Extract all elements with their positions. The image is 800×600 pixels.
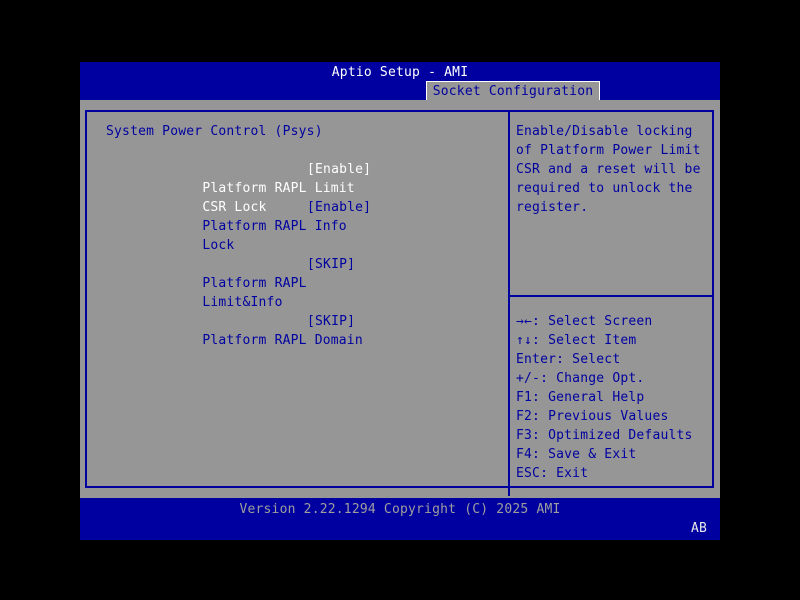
version-text: Version 2.22.1294 Copyright (C) 2025 AMI: [239, 502, 561, 517]
help-text-line: required to unlock the: [516, 181, 693, 196]
help-text-line: Enable/Disable locking: [516, 124, 693, 139]
options-panel: System Power Control (Psys) Platform RAP…: [87, 112, 510, 496]
tab-socket-configuration[interactable]: Socket Configuration: [426, 81, 600, 100]
hotkey-f4-save-exit: F4: Save & Exit: [516, 447, 637, 462]
hotkey-enter-select: Enter: Select: [516, 352, 621, 367]
menu-item-platform-rapl-info-lock[interactable]: Platform RAPL Info [Enable] Lock: [87, 198, 508, 253]
help-text-line: register.: [516, 200, 589, 215]
hotkey-f2-previous-values: F2: Previous Values: [516, 409, 669, 424]
item-value[interactable]: [SKIP]: [307, 255, 355, 274]
help-text-line: of Platform Power Limit: [516, 143, 701, 158]
section-header: System Power Control (Psys): [106, 124, 323, 139]
hotkey-select-item: ↑↓: Select Item: [516, 333, 637, 348]
menu-item-platform-rapl-limit-info[interactable]: Platform RAPL [SKIP] Limit&Info: [87, 255, 508, 310]
hotkey-select-screen: →←: Select Screen: [516, 314, 653, 329]
help-separator: [510, 295, 712, 297]
help-text-line: CSR and a reset will be: [516, 162, 701, 177]
main-area: System Power Control (Psys) Platform RAP…: [80, 100, 720, 498]
menu-item-platform-rapl-limit-csr-lock[interactable]: Platform RAPL Limit [Enable] CSR Lock: [87, 160, 508, 215]
title-bar: Aptio Setup - AMI Socket Configuration: [80, 62, 720, 100]
item-label: Platform RAPL Domain: [202, 333, 363, 348]
menu-item-platform-rapl-domain[interactable]: Platform RAPL Domain [SKIP]: [87, 312, 508, 348]
item-value[interactable]: [SKIP]: [307, 312, 355, 331]
ami-ab-logo: AB: [690, 521, 707, 536]
item-value[interactable]: [Enable]: [307, 160, 371, 179]
item-value[interactable]: [Enable]: [307, 198, 371, 217]
setup-panels: System Power Control (Psys) Platform RAP…: [85, 110, 714, 496]
hotkey-f3-optimized-defaults: F3: Optimized Defaults: [516, 428, 693, 443]
bios-setup-window: Aptio Setup - AMI Socket Configuration S…: [80, 62, 720, 540]
hotkey-esc-exit: ESC: Exit: [516, 466, 589, 481]
hotkey-change-opt: +/-: Change Opt.: [516, 371, 645, 386]
footer-bar: Version 2.22.1294 Copyright (C) 2025 AMI…: [80, 498, 720, 540]
help-panel: Enable/Disable locking of Platform Power…: [510, 112, 712, 486]
app-title: Aptio Setup - AMI: [331, 65, 469, 80]
hotkey-legend: →←: Select Screen ↑↓: Select Item Enter:…: [510, 312, 712, 483]
hotkey-f1-general-help: F1: General Help: [516, 390, 645, 405]
